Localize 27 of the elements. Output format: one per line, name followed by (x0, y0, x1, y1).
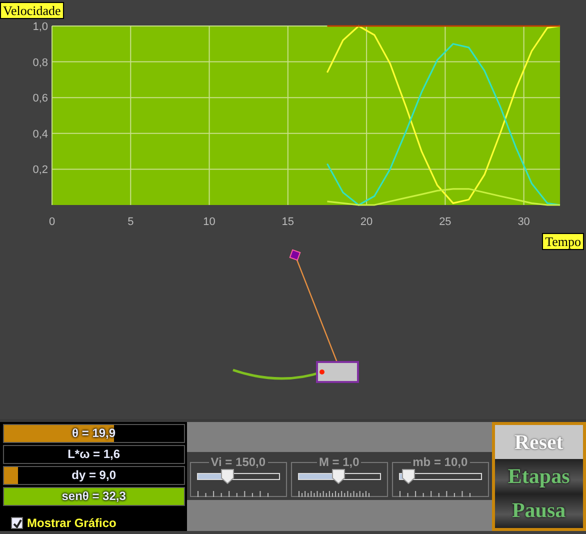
slider-label: Vi = 150,0 (208, 455, 268, 469)
x-tick-label: 25 (439, 216, 452, 228)
x-tick-label: 15 (282, 216, 294, 228)
readout-bar: dy = 9,0 (3, 466, 185, 485)
y-tick-label: 0,6 (32, 92, 48, 105)
readout-bar: senθ = 32,3 (3, 487, 185, 506)
action-button[interactable]: Etapas (494, 459, 583, 494)
readout-bar: L*ω = 1,6 (3, 445, 185, 464)
slider-thumb[interactable] (332, 469, 346, 484)
x-tick-label: 30 (518, 216, 530, 228)
slider-label: mb = 10,0 (410, 455, 470, 469)
axis-title: Velocidade (0, 2, 64, 19)
x-tick-label: 20 (360, 216, 373, 228)
y-tick-label: 0,2 (32, 164, 48, 176)
check-icon (12, 518, 22, 528)
action-button[interactable]: Pausa (494, 494, 583, 528)
y-tick-label: 0,8 (32, 56, 48, 69)
x-tick-label: 5 (128, 216, 134, 228)
slider-thumb[interactable] (402, 469, 415, 484)
axis-title: Tempo (542, 233, 584, 250)
slider-label: M = 1,0 (316, 455, 362, 469)
y-tick-label: 0,4 (32, 128, 48, 140)
show-graph-checkbox[interactable]: Mostrar Gráfico (11, 514, 185, 532)
x-tick-label: 0 (48, 216, 56, 228)
y-tick-label: 1,0 (32, 21, 48, 33)
x-tick-label: 10 (203, 216, 216, 228)
slider-thumb[interactable] (221, 469, 234, 484)
